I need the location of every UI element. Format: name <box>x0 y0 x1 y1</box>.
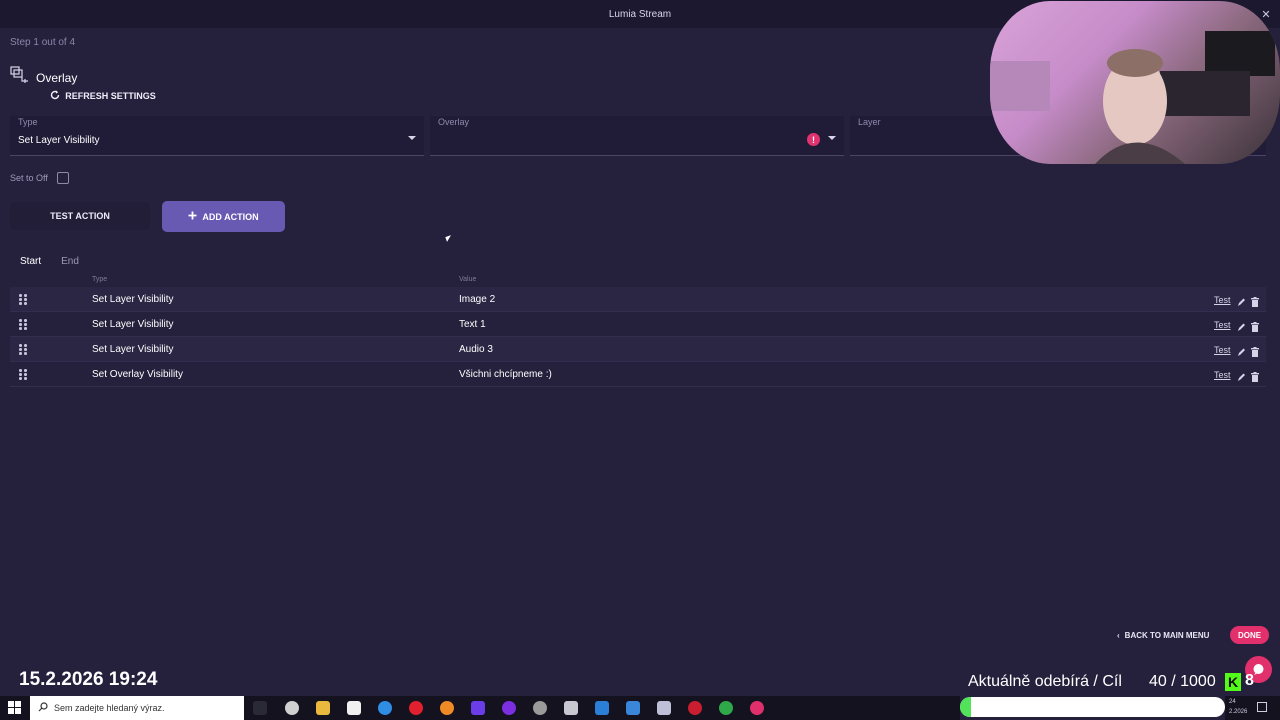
app-icon[interactable] <box>595 701 609 715</box>
lumia-stream-icon[interactable] <box>750 701 764 715</box>
row-type: Set Layer Visibility <box>92 319 174 330</box>
test-action-button[interactable]: TEST ACTION <box>10 202 150 230</box>
mouse-cursor-icon <box>445 235 453 242</box>
app-icon[interactable] <box>719 701 733 715</box>
delete-icon[interactable] <box>1251 369 1259 387</box>
delete-icon[interactable] <box>1251 344 1259 362</box>
overlay-select[interactable]: Overlay ! <box>430 116 844 156</box>
type-select[interactable]: Type Set Layer Visibility <box>10 116 424 156</box>
refresh-settings-button[interactable]: REFRESH SETTINGS <box>10 85 196 107</box>
refresh-settings-label: REFRESH SETTINGS <box>65 91 156 101</box>
progress-fill <box>960 697 971 717</box>
layer-label: Layer <box>858 117 881 127</box>
mail-icon[interactable] <box>626 701 640 715</box>
set-to-off-row: Set to Off <box>10 172 69 184</box>
table-row: Set Overlay Visibility Všichni chcípneme… <box>10 362 1266 387</box>
refresh-icon <box>50 90 60 102</box>
windows-start-icon[interactable] <box>8 701 21 719</box>
kick-logo-icon: K <box>1225 673 1241 691</box>
set-to-off-checkbox[interactable] <box>56 172 69 184</box>
file-explorer-icon[interactable] <box>316 701 330 715</box>
row-value: Text 1 <box>459 319 486 330</box>
edit-icon[interactable] <box>1237 369 1246 387</box>
row-test-link[interactable]: Test <box>1214 320 1231 330</box>
edit-icon[interactable] <box>1237 294 1246 312</box>
drag-handle-icon[interactable] <box>19 294 27 305</box>
drag-handle-icon[interactable] <box>19 319 27 330</box>
add-action-button[interactable]: ADD ACTION <box>162 201 285 232</box>
obs-icon[interactable] <box>533 701 547 715</box>
row-value: Image 2 <box>459 294 496 305</box>
delete-icon[interactable] <box>1251 319 1259 337</box>
system-tray: 24 2.2026 <box>1225 696 1280 720</box>
store-icon[interactable] <box>347 701 361 715</box>
chevron-down-icon <box>828 136 836 140</box>
delete-icon[interactable] <box>1251 294 1259 312</box>
row-test-link[interactable]: Test <box>1214 295 1231 305</box>
tray-date: 2.2026 <box>1229 709 1248 715</box>
webcam-feed <box>990 1 1280 164</box>
tab-end[interactable]: End <box>51 252 89 271</box>
app-icon[interactable] <box>471 701 485 715</box>
app-icon[interactable] <box>688 701 702 715</box>
row-test-link[interactable]: Test <box>1214 370 1231 380</box>
done-button[interactable]: DONE <box>1230 626 1269 644</box>
drag-handle-icon[interactable] <box>19 369 27 380</box>
subscribers-count: 40 / 1000 <box>1149 673 1216 690</box>
row-value: Všichni chcípneme :) <box>459 369 552 380</box>
row-value: Audio 3 <box>459 344 493 355</box>
column-header-value: Value <box>459 276 477 283</box>
action-tabs: Start End <box>10 252 89 271</box>
edit-icon[interactable] <box>1237 319 1246 337</box>
kick-count: 8 <box>1245 672 1254 689</box>
step-indicator: Step 1 out of 4 <box>10 37 76 48</box>
row-type: Set Overlay Visibility <box>92 369 183 380</box>
search-placeholder: Sem zadejte hledaný výraz. <box>54 703 165 713</box>
chevron-down-icon <box>408 136 416 140</box>
tray-time: 24 <box>1229 699 1236 705</box>
table-row: Set Layer Visibility Audio 3 Test <box>10 337 1266 362</box>
overlay-label: Overlay <box>438 117 470 127</box>
opera-browser-icon[interactable] <box>409 701 423 715</box>
drag-handle-icon[interactable] <box>19 344 27 355</box>
row-type: Set Layer Visibility <box>92 294 174 305</box>
row-type: Set Layer Visibility <box>92 344 174 355</box>
chevron-left-icon: ‹ <box>1117 630 1120 640</box>
plus-icon <box>188 211 197 222</box>
stream-datetime: 15.2.2026 19:24 <box>19 669 158 690</box>
subscribers-label: Aktuálně odebírá / Cíl <box>968 673 1122 690</box>
set-to-off-label: Set to Off <box>10 173 48 183</box>
app-icon[interactable] <box>502 701 516 715</box>
back-to-main-menu-button[interactable]: ‹ BACK TO MAIN MENU <box>1117 627 1209 643</box>
section-title: Overlay <box>36 70 78 85</box>
app-icon[interactable] <box>564 701 578 715</box>
row-test-link[interactable]: Test <box>1214 345 1231 355</box>
window-title: Lumia Stream <box>608 8 672 20</box>
column-header-type: Type <box>92 276 108 283</box>
taskbar: Sem zadejte hledaný výraz. <box>0 696 960 720</box>
table-row: Set Layer Visibility Image 2 Test <box>10 287 1266 312</box>
type-label: Type <box>18 117 38 127</box>
task-view-icon[interactable] <box>253 701 267 715</box>
tab-start[interactable]: Start <box>10 252 51 271</box>
app-icon[interactable] <box>657 701 671 715</box>
add-action-label: ADD ACTION <box>202 211 259 222</box>
search-icon <box>38 702 48 714</box>
back-label: BACK TO MAIN MENU <box>1124 630 1210 640</box>
subscriber-goal-progress <box>960 697 1225 717</box>
table-row: Set Layer Visibility Text 1 Test <box>10 312 1266 337</box>
notification-icon[interactable] <box>1257 702 1267 712</box>
clock-app-icon[interactable] <box>285 701 299 715</box>
edge-browser-icon[interactable] <box>378 701 392 715</box>
type-value: Set Layer Visibility <box>18 135 100 146</box>
edit-icon[interactable] <box>1237 344 1246 362</box>
taskbar-search-input[interactable]: Sem zadejte hledaný výraz. <box>30 696 244 720</box>
warning-icon: ! <box>807 133 820 146</box>
firefox-icon[interactable] <box>440 701 454 715</box>
